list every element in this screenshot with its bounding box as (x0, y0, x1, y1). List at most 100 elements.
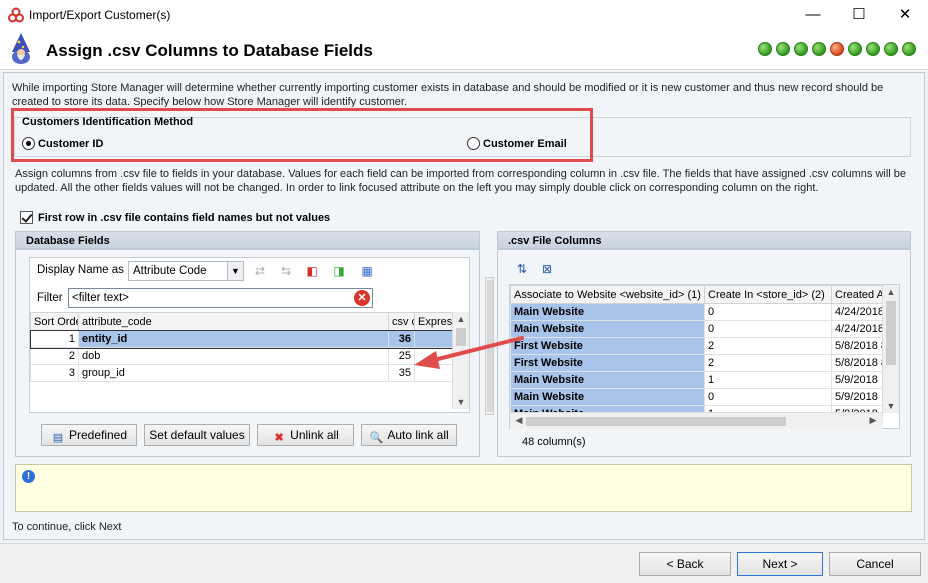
table-row[interactable]: 1 entity_id 36 (29, 329, 454, 349)
attribute-code-cell: entity_id (78, 330, 389, 348)
first-row-checkbox[interactable]: First row in .csv file contains field na… (20, 211, 330, 224)
wizard-icon (12, 33, 30, 64)
predefined-label: Predefined (68, 428, 128, 442)
wizard-step-indicator (794, 42, 808, 56)
annotation-arrow-icon (414, 336, 524, 369)
maximize-button[interactable]: ☐ (836, 0, 882, 30)
filter-label: Filter (37, 292, 63, 304)
csv-column-header[interactable]: Created A (831, 285, 883, 304)
calendar-icon[interactable]: ▦ (359, 263, 375, 279)
database-fields-grid[interactable]: Sort Orde attribute_code csv c Expres 1 … (29, 312, 454, 382)
filter-input[interactable]: <filter text> (68, 288, 373, 308)
table-row[interactable]: Main Website15/9/2018 (510, 371, 883, 389)
csv-cell: 1 (704, 371, 832, 389)
wizard-progress-steps (758, 42, 916, 56)
sort-order-cell: 3 (30, 364, 79, 382)
csv-cell: First Website (510, 337, 705, 355)
move-right-icon[interactable]: ◨ (331, 263, 347, 279)
csv-cell: First Website (510, 354, 705, 372)
database-fields-header: Database Fields (15, 231, 480, 249)
unlink-all-label: Unlink all (290, 428, 339, 442)
csv-cell: Main Website (510, 303, 705, 321)
table-row[interactable]: Main Website 0 5/9/2018 (510, 388, 883, 406)
column-header-attribute-code[interactable]: attribute_code (78, 312, 389, 331)
minimize-button[interactable]: — (790, 0, 836, 30)
csv-horizontal-scrollbar[interactable]: ◀ ▶ (510, 412, 882, 429)
csv-cell: Main Website (510, 320, 705, 338)
wizard-step-indicator (866, 42, 880, 56)
csv-cell: 0 (704, 320, 832, 338)
display-name-select[interactable]: Attribute Code ▼ (128, 261, 244, 281)
scrollbar-thumb[interactable] (526, 417, 786, 426)
csv-cell: 5/8/2018 8 (831, 354, 883, 372)
csv-columns-grid[interactable]: Associate to Website <website_id> (1) Cr… (510, 285, 883, 423)
wizard-step-indicator (884, 42, 898, 56)
auto-assign-icon[interactable]: ⇅ (514, 261, 530, 277)
status-text: To continue, click Next (12, 521, 122, 533)
set-default-values-button[interactable]: Set default values (144, 424, 250, 446)
document-icon: ▤ (52, 432, 64, 444)
magic-link-icon: 🔍 (369, 432, 384, 444)
cancel-button[interactable]: Cancel (829, 552, 921, 576)
sort-order-cell: 2 (30, 347, 79, 365)
next-button[interactable]: Next > (737, 552, 823, 576)
wizard-step-indicator (776, 42, 790, 56)
unlink-icon[interactable]: ⇆ (278, 263, 294, 279)
unlink-all-button[interactable]: ✖ Unlink all (257, 424, 354, 446)
attribute-code-cell: group_id (78, 364, 389, 382)
csv-vertical-scrollbar[interactable]: ▲ ▼ (882, 285, 899, 413)
window-title: Import/Export Customer(s) (29, 8, 171, 22)
scrollbar-thumb[interactable] (886, 301, 896, 365)
wizard-step-indicator (758, 42, 772, 56)
csv-cell: 5/9/2018 (831, 388, 883, 406)
predefined-button[interactable]: ▤ Predefined (41, 424, 137, 446)
column-header-csv-column[interactable]: csv c (388, 312, 415, 331)
clear-assign-icon[interactable]: ⊠ (539, 261, 555, 277)
first-row-checkbox-label: First row in .csv file contains field na… (38, 211, 331, 224)
highlight-annotation-box (11, 108, 593, 162)
title-bar: Import/Export Customer(s) — ☐ ✕ (0, 0, 928, 30)
table-row[interactable]: Main Website 0 4/24/2018 (510, 320, 883, 338)
checkbox-checked-icon (20, 211, 33, 224)
page-heading: Assign .csv Columns to Database Fields (46, 41, 373, 60)
sort-order-cell: 1 (30, 330, 79, 348)
csv-cell: 2 (704, 337, 832, 355)
column-header-sort-order[interactable]: Sort Orde (30, 312, 79, 331)
scroll-down-icon[interactable]: ▼ (883, 401, 899, 411)
info-icon: ! (22, 470, 35, 483)
table-row[interactable]: 2 dob 25 (30, 347, 453, 365)
column-header-expression[interactable]: Expres (414, 312, 453, 331)
csv-cell: 4/24/2018 (831, 320, 883, 338)
wizard-step-indicator (830, 42, 844, 56)
wizard-content: While importing Store Manager will deter… (0, 71, 928, 543)
table-row[interactable]: Main Website 0 4/24/2018 (510, 303, 883, 321)
auto-link-all-button[interactable]: 🔍 Auto link all (361, 424, 457, 446)
link-icon[interactable]: ⇄ (252, 263, 268, 279)
scroll-left-icon[interactable]: ◀ (512, 415, 526, 426)
scroll-down-icon[interactable]: ▼ (453, 397, 469, 407)
csv-columns-header: .csv File Columns (497, 231, 911, 249)
wizard-step-indicator (902, 42, 916, 56)
table-row[interactable]: First Website 2 5/8/2018 8 (510, 354, 883, 372)
table-row[interactable]: First Website 2 5/8/2018 8 (510, 337, 883, 355)
csv-column-header[interactable]: Create In <store_id> (2) (704, 285, 832, 304)
scroll-up-icon[interactable]: ▲ (453, 314, 469, 324)
column-count-label: 48 column(s) (522, 436, 586, 448)
csv-cell: 2 (704, 354, 832, 372)
assign-instructions-text: Assign columns from .csv file to fields … (15, 168, 907, 194)
csv-cell: 0 (704, 303, 832, 321)
csv-cell: Main Website (510, 371, 705, 389)
clear-filter-icon[interactable]: ✕ (354, 290, 370, 306)
table-row[interactable]: 3 group_id 35 (30, 364, 453, 382)
csv-column-header[interactable]: Associate to Website <website_id> (1) (510, 285, 705, 304)
display-name-value: Attribute Code (133, 265, 207, 277)
attribute-code-cell: dob (78, 347, 389, 365)
csv-cell: 0 (704, 388, 832, 406)
close-button[interactable]: ✕ (882, 0, 928, 30)
move-left-icon[interactable]: ◧ (304, 263, 320, 279)
scroll-right-icon[interactable]: ▶ (866, 415, 880, 426)
back-button[interactable]: < Back (639, 552, 731, 576)
chevron-down-icon: ▼ (227, 262, 243, 280)
unlink-x-icon: ✖ (274, 432, 284, 444)
scroll-up-icon[interactable]: ▲ (883, 287, 899, 297)
